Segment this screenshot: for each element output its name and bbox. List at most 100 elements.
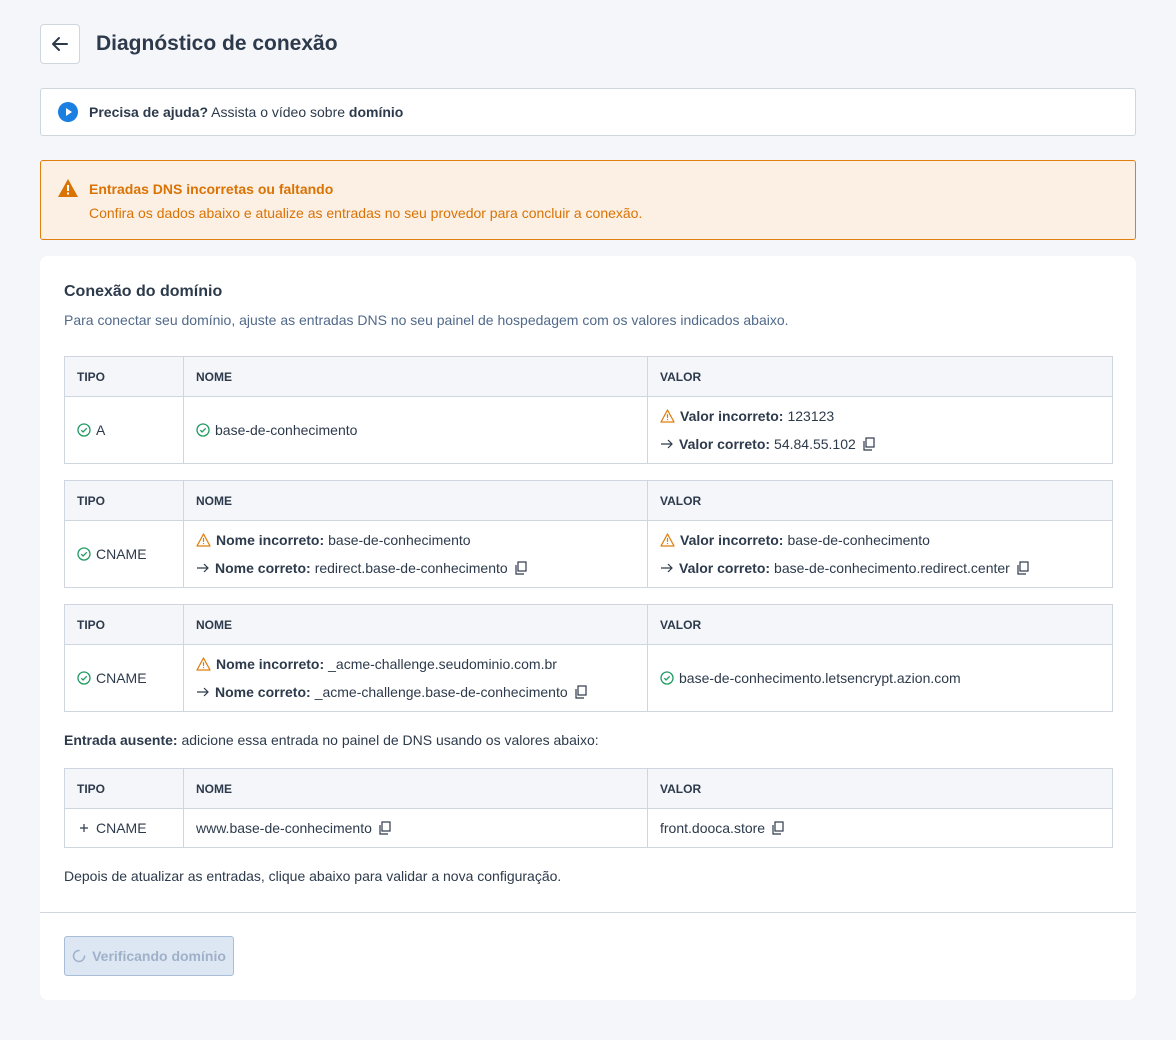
record-name: base-de-conhecimento [215,422,358,438]
check-circle-icon [196,423,210,437]
after-update-note: Depois de atualizar as entradas, clique … [64,868,562,884]
divider [40,912,1136,913]
dns-table: TIPO NOME VALOR CNAME Nome incorreto: _a… [64,604,1113,712]
arrow-right-icon [661,563,673,573]
correct-value: 54.84.55.102 [774,436,856,452]
help-bold-text: Precisa de ajuda? [89,104,209,120]
nome-cell: Nome incorreto: base-de-conhecimento Nom… [183,520,648,588]
check-circle-icon [77,547,91,561]
copy-icon[interactable] [771,821,784,835]
correct-name-label: Nome correto: [215,684,311,700]
absent-entry-label: Entrada ausente: [64,732,178,748]
check-circle-icon [660,671,674,685]
tipo-cell: CNAME [64,520,184,588]
incorrect-value: base-de-conhecimento [787,532,930,548]
correct-value-label: Valor correto: [679,436,771,452]
correct-name-label: Nome correto: [215,560,311,576]
record-value: front.dooca.store [660,820,766,836]
help-text: Assista o vídeo sobre [208,104,349,120]
column-header-nome: NOME [183,604,648,645]
page-title: Diagnóstico de conexão [96,32,338,55]
check-circle-icon [77,423,91,437]
column-header-nome: NOME [183,768,648,809]
copy-icon[interactable] [514,561,527,575]
column-header-tipo: TIPO [64,480,184,521]
copy-icon[interactable] [862,437,875,451]
table-row: A base-de-conhecimento Valor incorreto: … [64,396,1113,464]
table-row: CNAME Nome incorreto: _acme-challenge.se… [64,644,1113,712]
column-header-valor: VALOR [647,480,1113,521]
column-header-valor: VALOR [647,604,1113,645]
valor-cell: base-de-conhecimento.letsencrypt.azion.c… [647,644,1113,712]
dns-table: TIPO NOME VALOR CNAME Nome incorreto: ba… [64,480,1113,588]
incorrect-name-label: Nome incorreto: [216,532,325,548]
help-link[interactable]: domínio [349,104,403,120]
back-button[interactable] [40,24,80,64]
correct-name: _acme-challenge.base-de-conhecimento [314,684,568,700]
verify-button-label: Verificando domínio [92,948,226,964]
record-name: www.base-de-conhecimento [196,820,372,836]
record-value: base-de-conhecimento.letsencrypt.azion.c… [679,670,961,686]
correct-name: redirect.base-de-conhecimento [314,560,508,576]
warning-icon [196,657,211,671]
copy-icon[interactable] [574,685,587,699]
tipo-cell: CNAME [64,808,184,848]
alert-text: Confira os dados abaixo e atualize as en… [89,205,643,221]
arrow-right-icon [197,687,209,697]
dns-table: TIPO NOME VALOR A base-de-conhecimento V… [64,356,1113,464]
spinner-icon [72,949,86,963]
correct-value: base-de-conhecimento.redirect.center [774,560,1010,576]
absent-entry-note: Entrada ausente: adicione essa entrada n… [64,732,599,748]
dns-table-absent: TIPO NOME VALOR CNAME www.base-de-conhec… [64,768,1113,848]
warning-icon [660,409,675,423]
absent-entry-text: adicione essa entrada no painel de DNS u… [177,732,599,748]
page-header: Diagnóstico de conexão [40,24,338,64]
alert-title: Entradas DNS incorretas ou faltando [89,181,334,197]
play-icon [58,102,78,122]
record-type: CNAME [96,670,147,686]
nome-cell: base-de-conhecimento [183,396,648,464]
column-header-nome: NOME [183,480,648,521]
column-header-tipo: TIPO [64,604,184,645]
column-header-valor: VALOR [647,356,1113,397]
warning-icon [660,533,675,547]
dns-alert: Entradas DNS incorretas ou faltando Conf… [40,160,1136,240]
verify-domain-button[interactable]: Verificando domínio [64,936,234,976]
column-header-nome: NOME [183,356,648,397]
incorrect-value-label: Valor incorreto: [680,408,784,424]
tipo-cell: A [64,396,184,464]
valor-cell: Valor incorreto: 123123 Valor correto: 5… [647,396,1113,464]
plus-icon [80,824,88,832]
column-header-tipo: TIPO [64,768,184,809]
incorrect-value-label: Valor incorreto: [680,532,784,548]
incorrect-value: 123123 [787,408,835,424]
check-circle-icon [77,671,91,685]
column-header-tipo: TIPO [64,356,184,397]
domain-connection-card: Conexão do domínio Para conectar seu dom… [40,256,1136,1000]
column-header-valor: VALOR [647,768,1113,809]
correct-value-label: Valor correto: [679,560,771,576]
help-video-banner[interactable]: Precisa de ajuda? Assista o vídeo sobre … [40,88,1136,136]
tipo-cell: CNAME [64,644,184,712]
record-type: CNAME [96,546,147,562]
arrow-right-icon [661,439,673,449]
copy-icon[interactable] [1016,561,1029,575]
nome-cell: Nome incorreto: _acme-challenge.seudomin… [183,644,648,712]
incorrect-name: base-de-conhecimento [328,532,471,548]
arrow-left-icon [52,37,68,51]
valor-cell: front.dooca.store [647,808,1113,848]
incorrect-name-label: Nome incorreto: [216,656,325,672]
table-row: CNAME Nome incorreto: base-de-conhecimen… [64,520,1113,588]
table-row: CNAME www.base-de-conhecimento front.doo… [64,808,1113,848]
card-title: Conexão do domínio [64,283,223,300]
card-subtitle: Para conectar seu domínio, ajuste as ent… [64,312,789,328]
record-type: CNAME [96,820,147,836]
valor-cell: Valor incorreto: base-de-conhecimento Va… [647,520,1113,588]
arrow-right-icon [197,563,209,573]
nome-cell: www.base-de-conhecimento [183,808,648,848]
copy-icon[interactable] [378,821,391,835]
record-type: A [96,422,106,438]
incorrect-name: _acme-challenge.seudominio.com.br [328,656,557,672]
warning-icon [58,179,78,197]
warning-icon [196,533,211,547]
